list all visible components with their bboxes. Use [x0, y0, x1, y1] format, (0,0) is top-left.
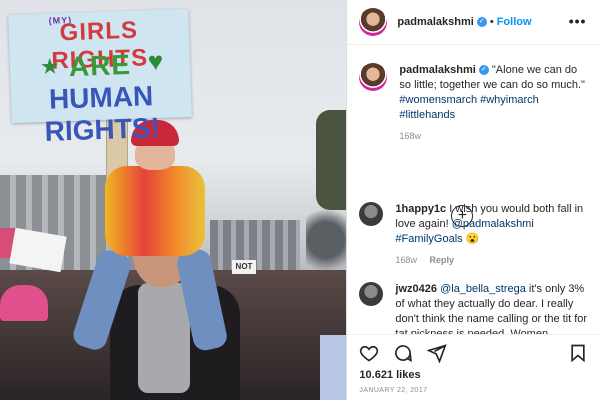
caption: padmalakshmi ✓ "Alone we can do so little…: [359, 63, 589, 144]
child-legs: [70, 247, 230, 353]
caption-hashtags[interactable]: #womensmarch #whyimarch #littlehands: [399, 94, 538, 121]
comment-hashtag[interactable]: #FamilyGoals: [395, 233, 462, 245]
comment-item: jwz0426 @la_bella_strega it's only 3% of…: [359, 282, 589, 334]
avatar[interactable]: [359, 282, 384, 306]
more-options-icon[interactable]: •••: [569, 13, 587, 29]
pink-hat: [0, 285, 48, 321]
comment-mention[interactable]: @padmalakshmi: [452, 218, 534, 230]
verified-badge-icon: ✓: [478, 65, 489, 76]
child-figure: [70, 120, 230, 353]
comment-meta: 168w Reply: [395, 253, 589, 268]
comment-text-block: jwz0426 @la_bella_strega it's only 3% of…: [395, 282, 589, 334]
caption-meta: 168w: [399, 129, 589, 144]
caption-username[interactable]: padmalakshmi: [399, 64, 475, 76]
crowd-sign: [320, 335, 347, 400]
comments-list[interactable]: padmalakshmi ✓ "Alone we can do so little…: [347, 45, 600, 334]
avatar[interactable]: [359, 202, 384, 226]
heart-like-icon[interactable]: [359, 343, 379, 363]
avatar[interactable]: [359, 63, 388, 91]
heart-icon: ♥: [147, 45, 164, 77]
instagram-post: NOT (MY) GIRLS RIGHTS ★ ARE ♥ HUMAN RIGH…: [0, 0, 600, 400]
child-coat: [105, 166, 205, 256]
emoji: 😮: [465, 233, 480, 245]
post-photo[interactable]: NOT (MY) GIRLS RIGHTS ★ ARE ♥ HUMAN RIGH…: [0, 0, 347, 400]
caption-age: 168w: [399, 131, 421, 141]
background-tree: [306, 200, 347, 280]
comment-username[interactable]: jwz0426: [395, 283, 437, 295]
avatar[interactable]: [359, 8, 388, 36]
comment-item: 1happy1c I wish you would both fall in l…: [359, 202, 589, 268]
action-icons: [359, 343, 448, 363]
likes-count[interactable]: 10.621 likes: [359, 369, 420, 381]
comment-username[interactable]: 1happy1c: [395, 203, 446, 215]
post-side-panel: padmalakshmi ✓ • Follow ••• padmalakshmi…: [346, 0, 600, 400]
separator-dot: •: [489, 16, 494, 28]
verified-badge-icon: ✓: [476, 17, 487, 27]
protest-sign: (MY) GIRLS RIGHTS ★ ARE ♥ HUMAN RIGHTS!: [8, 8, 192, 147]
follow-button[interactable]: Follow: [497, 16, 532, 28]
reply-button[interactable]: Reply: [429, 255, 454, 265]
comment-mention[interactable]: @la_bella_strega: [440, 283, 526, 295]
bookmark-icon[interactable]: [568, 343, 588, 363]
crowd-person: [316, 110, 347, 210]
post-actions: 10.621 likes JANUARY 22, 2017: [347, 334, 600, 401]
child-leg: [174, 247, 230, 353]
header-username[interactable]: padmalakshmi: [397, 16, 473, 28]
caption-text-block: padmalakshmi ✓ "Alone we can do so little…: [399, 63, 589, 144]
post-date: JANUARY 22, 2017: [359, 387, 428, 394]
post-header: padmalakshmi ✓ • Follow •••: [347, 0, 600, 45]
comment-text-block: 1happy1c I wish you would both fall in l…: [395, 202, 589, 268]
share-icon[interactable]: [427, 343, 448, 363]
comment-icon[interactable]: [393, 343, 413, 363]
sign-line-3: HUMAN RIGHTS!: [44, 80, 161, 147]
comment-age: 168w: [395, 255, 417, 265]
